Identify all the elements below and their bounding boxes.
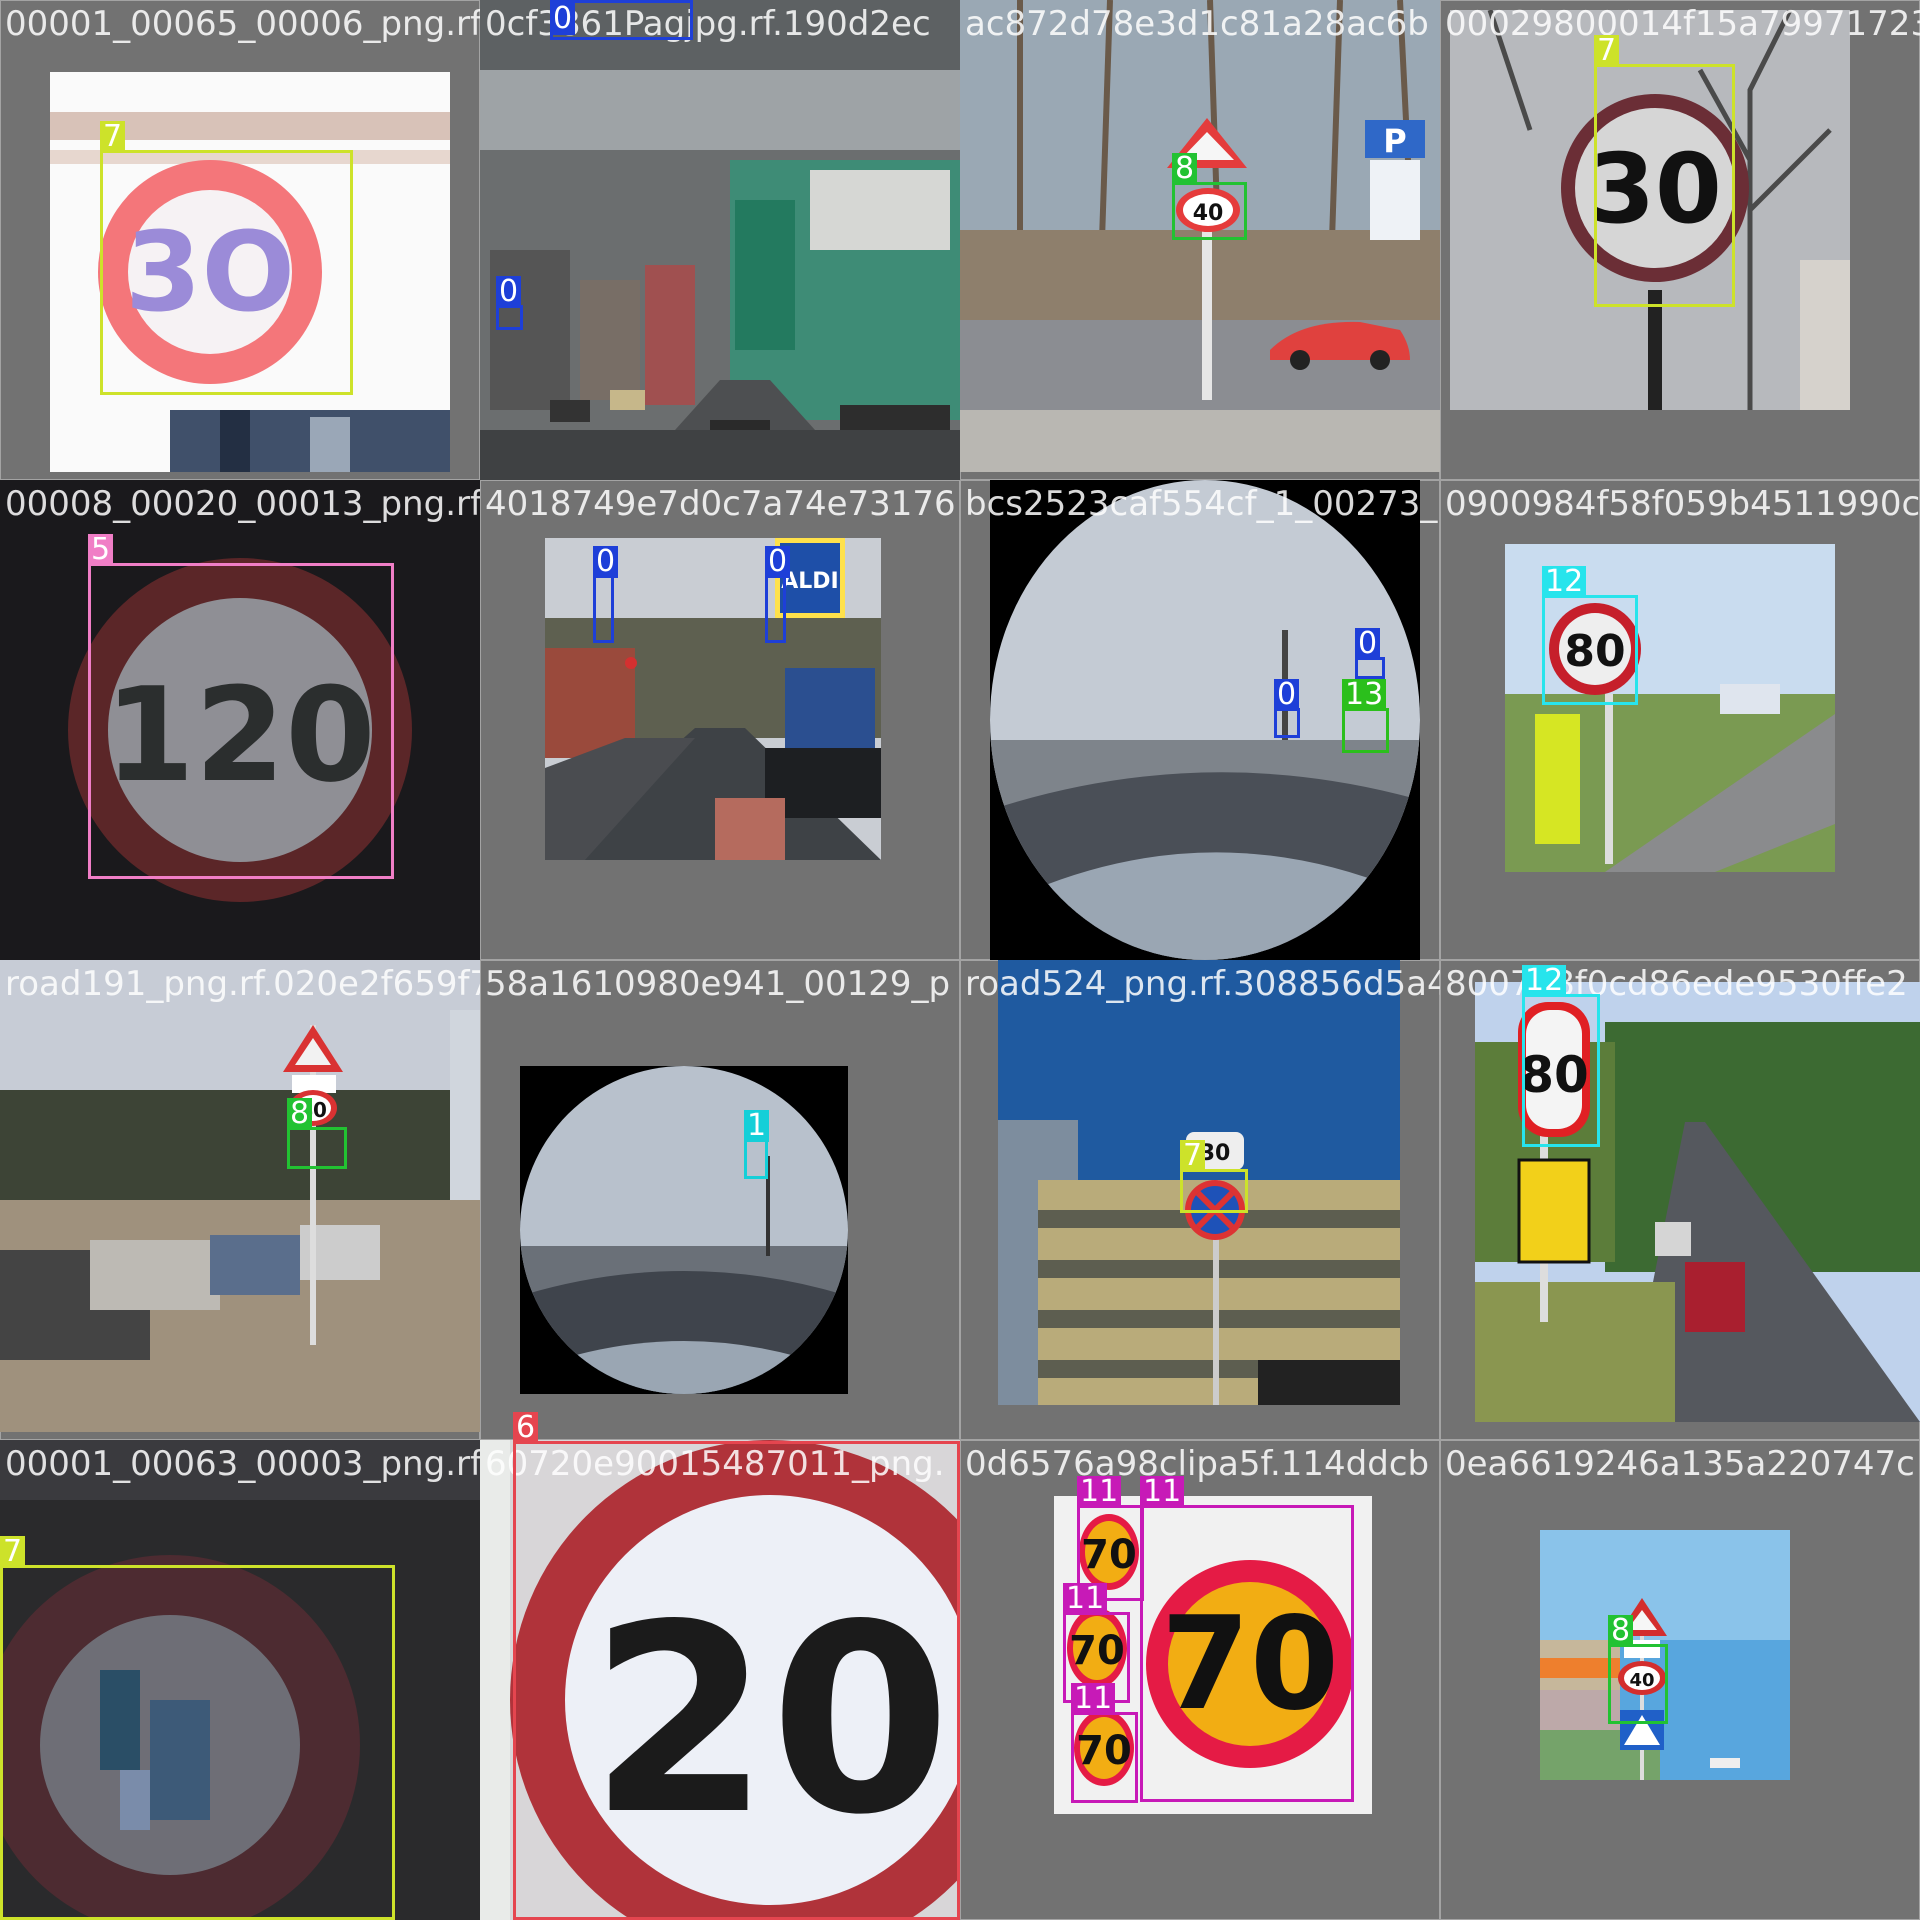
detection-box[interactable]: 0 [765, 546, 791, 643]
tile-filename: 00001_00065_00006_png.rf. [5, 4, 480, 44]
class-label: 11 [1140, 1476, 1185, 1508]
class-label: 7 [100, 121, 126, 153]
class-label: 0 [496, 276, 522, 308]
detection-box[interactable]: 12 [1522, 965, 1600, 1147]
class-label: 0 [550, 3, 576, 35]
tile-8[interactable]: 80 0900984f58f059b4511990c [1440, 480, 1920, 960]
detection-box[interactable]: 11 [1140, 1476, 1354, 1802]
tile-filename: 0900984f58f059b4511990c [1445, 484, 1920, 524]
class-label: 0 [765, 546, 791, 578]
tile-filename: 0ea6619246a135a220747c [1445, 1444, 1915, 1484]
class-label: 0 [593, 546, 619, 578]
class-label: 7 [1594, 35, 1620, 67]
tile-16[interactable]: 40 0ea6619246a135a220747c [1440, 1440, 1920, 1920]
detection-box[interactable]: 11 [1071, 1683, 1138, 1803]
class-label: 1 [744, 1110, 770, 1142]
class-label: 6 [513, 1412, 539, 1444]
tile-filename: 4018749e7d0c7a74e73176 [485, 484, 956, 524]
tile-12[interactable]: 80 8007b8f0cd86ede9530ffe2 [1440, 960, 1920, 1440]
class-label: 8 [287, 1098, 313, 1130]
detection-box[interactable]: 0 [496, 276, 523, 330]
class-label: 12 [1522, 965, 1567, 997]
detection-box[interactable]: 1 [744, 1110, 770, 1179]
tile-image: 40 [0, 960, 480, 1432]
tile-10[interactable]: 58a1610980e941_00129_p [480, 960, 960, 1440]
detection-box[interactable]: 12 [1542, 566, 1638, 705]
detection-box[interactable]: 5 [88, 534, 394, 879]
tile-image [520, 1066, 848, 1394]
tile-9[interactable]: 40 road191_png.rf.020e2f659f7 [0, 960, 480, 1440]
class-label: 11 [1063, 1583, 1108, 1615]
detection-box[interactable]: 0 [1355, 628, 1385, 679]
detection-box[interactable]: 7 [1594, 35, 1735, 307]
detection-box[interactable]: 8 [287, 1098, 347, 1169]
svg-text:P: P [1383, 122, 1406, 160]
detection-box[interactable]: 13 [1342, 679, 1389, 753]
detection-box[interactable]: 7 [0, 1536, 395, 1920]
tile-filename: 0d6576a98clipa5f.114ddcb [965, 1444, 1430, 1484]
tile-2[interactable]: 0cf3861Pagjpg.rf.190d2ec [480, 0, 960, 480]
detection-box[interactable]: 0 [593, 546, 619, 643]
detection-box[interactable]: 0 [1274, 679, 1300, 738]
class-label: 13 [1342, 679, 1387, 711]
tile-6[interactable]: ALDI 4018749e7d0c7a74e73176 [480, 480, 960, 960]
class-label: 8 [1608, 1615, 1634, 1647]
detection-box[interactable]: 7 [100, 121, 353, 395]
class-label: 11 [1077, 1476, 1122, 1508]
class-label: 5 [88, 534, 114, 566]
detection-box[interactable]: 7 [1180, 1140, 1248, 1213]
class-label: 0 [1274, 679, 1300, 711]
class-label: 12 [1542, 566, 1587, 598]
tile-3[interactable]: 40 P ac872d78e3d1c81a28ac6b [960, 0, 1440, 480]
tile-image [480, 0, 960, 480]
class-label: 8 [1172, 153, 1198, 185]
class-label: 0 [1355, 628, 1381, 660]
detection-box[interactable]: 8 [1172, 153, 1247, 240]
mosaic-grid: 3O 00001_00065_00006_png.rf. 0cf3861Pagj… [0, 0, 1920, 1920]
class-label: 7 [1180, 1140, 1206, 1172]
detection-box[interactable]: 8 [1608, 1615, 1668, 1724]
tile-filename: 58a1610980e941_00129_p [485, 964, 951, 1004]
class-label: 11 [1071, 1683, 1116, 1715]
detection-box[interactable]: 6 [513, 1412, 960, 1920]
detection-box[interactable]: 0 [550, 0, 693, 40]
class-label: 7 [0, 1536, 26, 1568]
